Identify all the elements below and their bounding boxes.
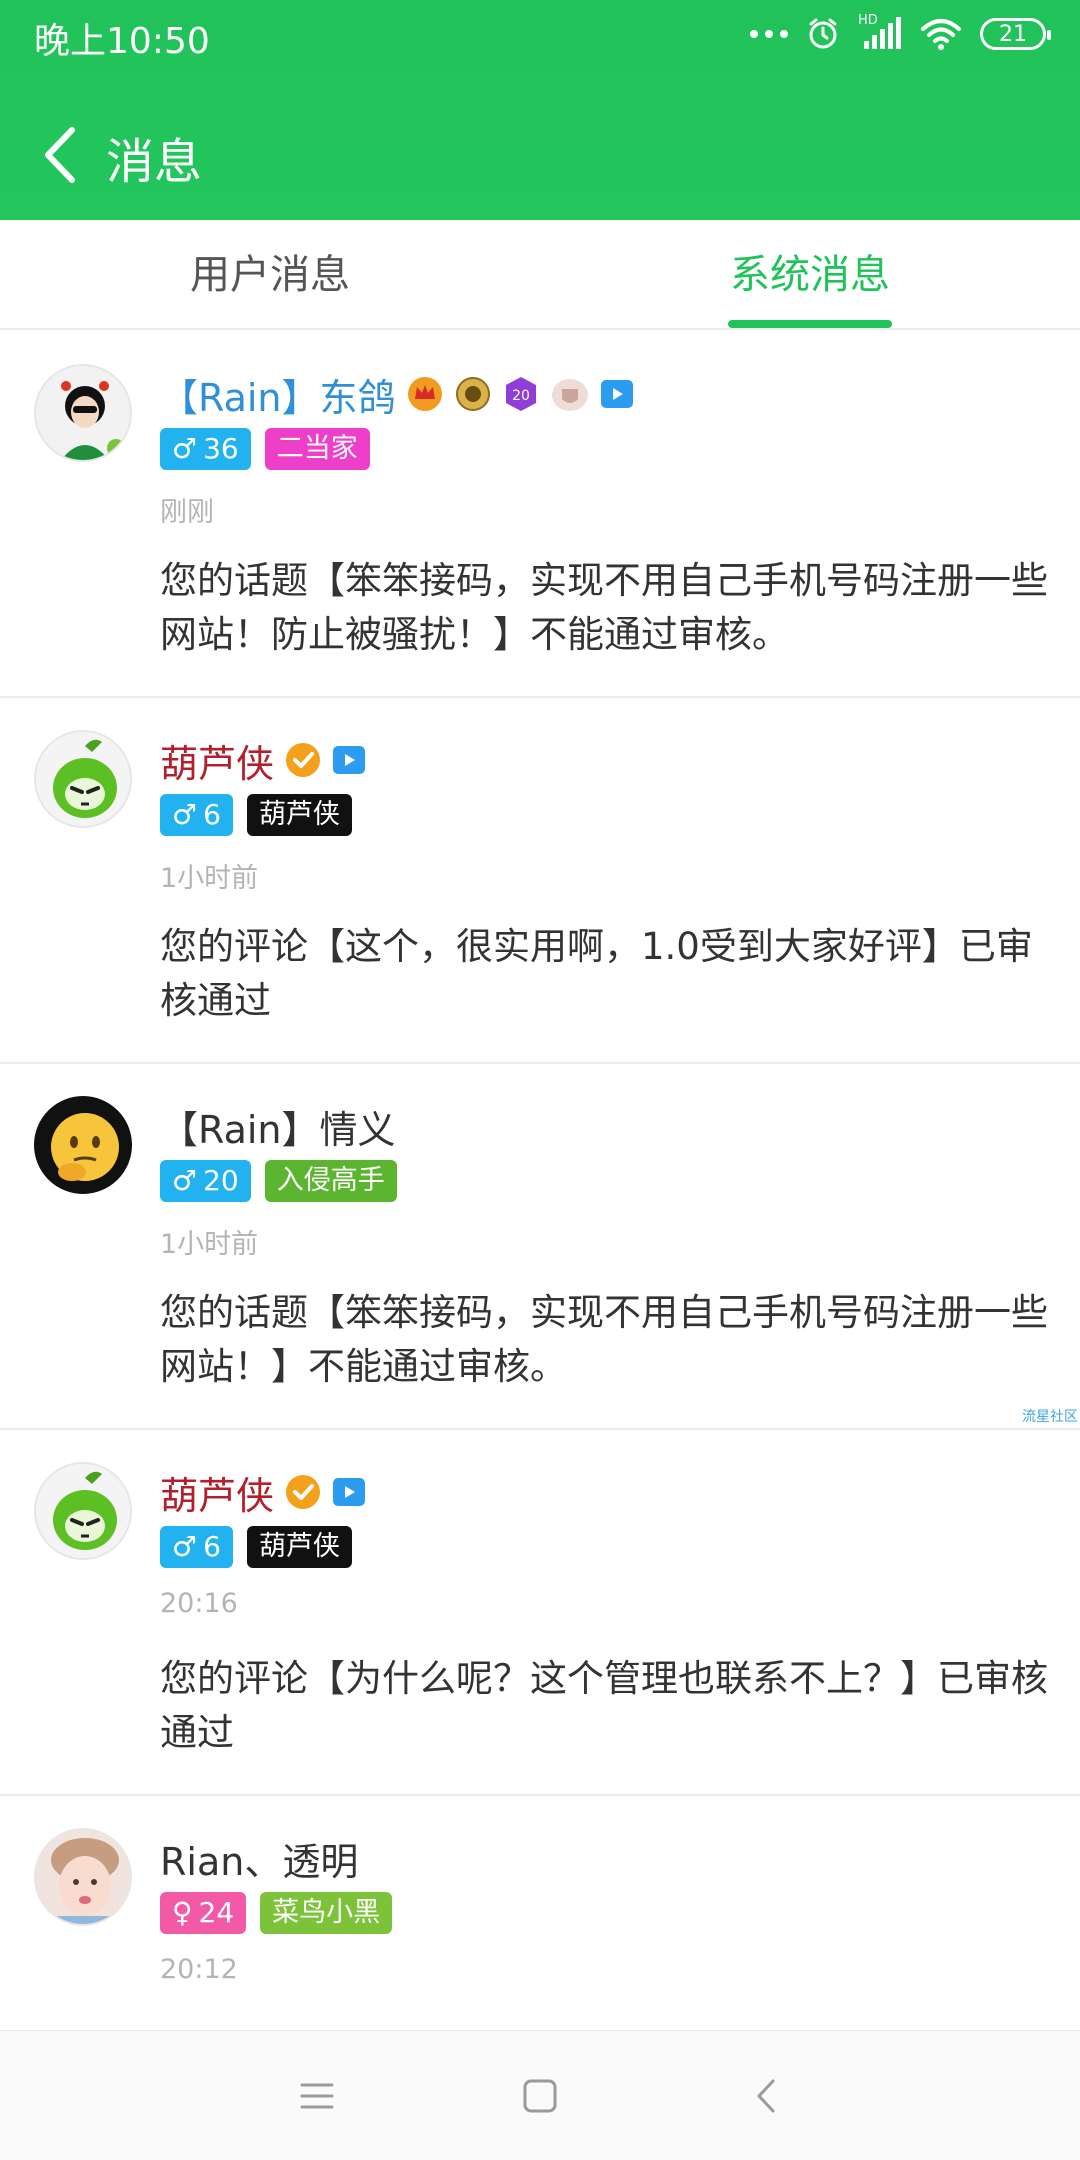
- home-icon[interactable]: [515, 2071, 565, 2121]
- menu-icon[interactable]: [292, 2071, 342, 2121]
- name-line: 葫芦侠: [160, 734, 366, 786]
- name-line: 【Rain】东鸽 20: [160, 368, 634, 420]
- message-content: 您的评论【为什么呢？这个管理也联系不上？】已审核通过: [160, 1657, 1048, 1754]
- gender-level-badge: ♀ 24: [160, 1892, 247, 1934]
- message-content: 您的评论【这个，很实用啊，1.0受到大家好评】已审核通过: [160, 925, 1033, 1022]
- watermark: 流星社区: [1022, 1409, 1078, 1425]
- alarm-icon: [809, 18, 837, 49]
- avatar[interactable]: [34, 730, 132, 828]
- video-icon: [333, 746, 366, 774]
- user-level: 36: [203, 432, 239, 465]
- rank-badge: 葫芦侠: [246, 1526, 352, 1568]
- tag-line: ♂ 6 葫芦侠: [160, 1526, 352, 1568]
- level-20-badge-icon: 20: [505, 377, 536, 411]
- user-name[interactable]: 葫芦侠: [160, 733, 274, 788]
- user-level: 6: [203, 1530, 221, 1563]
- shield-badge-icon: [551, 379, 588, 411]
- gender-icon: ♂: [172, 1164, 198, 1197]
- app-header: 晚上10:50 HD 21 消息: [0, 0, 1080, 220]
- message-list: 【Rain】东鸽 20 ♂ 36 二当家 刚刚 您的话题【笨笨接码，实现不用自己手…: [0, 332, 1080, 2030]
- rank-badge: 入侵高手: [264, 1160, 397, 1202]
- gender-icon: ♂: [172, 1530, 198, 1563]
- rank-badge: 菜鸟小黑: [260, 1892, 393, 1934]
- signal-icon: HD: [858, 13, 902, 51]
- tag-line: ♂ 36 二当家: [160, 428, 370, 470]
- gender-level-badge: ♂ 36: [160, 428, 251, 470]
- tag-line: ♀ 24 菜鸟小黑: [160, 1892, 393, 1934]
- user-name[interactable]: 【Rain】东鸽: [160, 367, 396, 422]
- back-arrow-icon[interactable]: [38, 124, 82, 186]
- message-time: 20:16: [160, 1588, 238, 1619]
- system-nav-bar: [0, 2030, 1080, 2160]
- battery-icon: 21: [980, 18, 1051, 50]
- battery-level: 21: [999, 21, 1027, 47]
- video-icon: [600, 380, 633, 408]
- message-item[interactable]: 葫芦侠 ♂ 6 葫芦侠 20:16 您的评论【为什么呢？这个管理也联系不上？】已审…: [0, 1430, 1080, 1796]
- tag-line: ♂ 6 葫芦侠: [160, 794, 352, 836]
- message-content: 您的话题【笨笨接码，实现不用自己手机号码注册一些网站！】不能通过审核。: [160, 1291, 1048, 1388]
- avatar[interactable]: [34, 1462, 132, 1560]
- more-dots-icon: [750, 30, 788, 38]
- message-time: 20:12: [160, 1954, 238, 1985]
- avatar[interactable]: [34, 1096, 132, 1194]
- tab-user-messages[interactable]: 用户消息: [120, 220, 420, 330]
- name-line: 【Rain】情义: [160, 1100, 396, 1152]
- title-bar: 消息: [0, 110, 1080, 200]
- wifi-icon: [921, 19, 961, 50]
- name-line: 葫芦侠: [160, 1466, 366, 1518]
- message-time: 1小时前: [160, 863, 259, 894]
- verified-icon: [286, 743, 321, 777]
- svg-text:20: 20: [512, 388, 530, 404]
- user-level: 6: [203, 798, 221, 831]
- active-tab-indicator: [728, 320, 892, 328]
- back-icon[interactable]: [742, 2071, 792, 2121]
- gold-medal-icon: [455, 377, 490, 411]
- user-name[interactable]: 【Rain】情义: [160, 1099, 396, 1154]
- tab-system-messages[interactable]: 系统消息: [660, 220, 960, 330]
- message-item[interactable]: 葫芦侠 ♂ 6 葫芦侠 1小时前 您的评论【这个，很实用啊，1.0受到大家好评】已…: [0, 698, 1080, 1064]
- name-line: Rian、透明: [160, 1832, 358, 1884]
- rank-badge: 葫芦侠: [246, 794, 352, 836]
- avatar[interactable]: [34, 1828, 132, 1926]
- tag-line: ♂ 20 入侵高手: [160, 1160, 397, 1202]
- gender-icon: ♂: [172, 432, 198, 465]
- user-level: 24: [198, 1896, 235, 1929]
- gender-icon: ♂: [172, 798, 198, 831]
- message-time: 刚刚: [160, 497, 214, 528]
- page-title: 消息: [106, 134, 203, 190]
- gender-level-badge: ♂ 6: [160, 1526, 233, 1568]
- message-item[interactable]: 【Rain】东鸽 20 ♂ 36 二当家 刚刚 您的话题【笨笨接码，实现不用自己手…: [0, 332, 1080, 698]
- message-tabs: 用户消息 系统消息: [0, 220, 1080, 330]
- crown-medal-icon: [407, 377, 442, 411]
- message-content: 您的话题【笨笨接码，实现不用自己手机号码注册一些网站！防止被骚扰！】不能通过审核…: [160, 559, 1048, 656]
- status-time: 晚上10:50: [34, 21, 210, 62]
- status-bar: 晚上10:50 HD 21: [0, 0, 1080, 70]
- message-item[interactable]: Rian、透明 ♀ 24 菜鸟小黑 20:12: [0, 1796, 1080, 2030]
- gender-level-badge: ♂ 6: [160, 794, 233, 836]
- gender-icon: ♀: [172, 1896, 193, 1929]
- avatar[interactable]: [34, 364, 132, 462]
- message-item[interactable]: 【Rain】情义 ♂ 20 入侵高手 1小时前 您的话题【笨笨接码，实现不用自己手…: [0, 1064, 1080, 1430]
- user-name[interactable]: 葫芦侠: [160, 1465, 274, 1520]
- status-icons: HD 21: [750, 13, 1051, 54]
- verified-icon: [286, 1475, 321, 1509]
- message-time: 1小时前: [160, 1229, 259, 1260]
- user-name[interactable]: Rian、透明: [160, 1831, 358, 1886]
- gender-level-badge: ♂ 20: [160, 1160, 251, 1202]
- video-icon: [333, 1478, 366, 1506]
- user-level: 20: [203, 1164, 239, 1197]
- rank-badge: 二当家: [264, 428, 370, 470]
